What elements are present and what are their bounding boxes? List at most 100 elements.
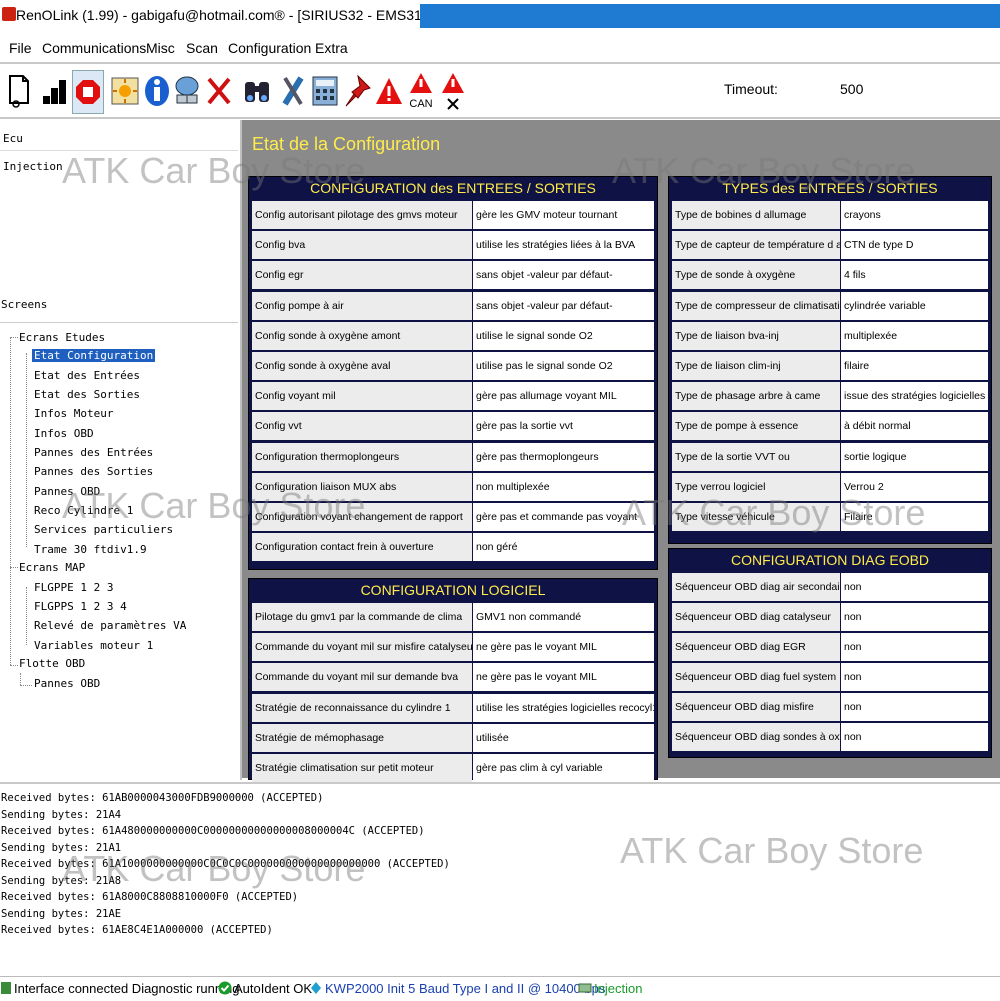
parameter-value: non (841, 603, 988, 631)
parameter-label: Config voyant mil (252, 382, 472, 411)
parameter-label: Type de phasage arbre à came (672, 382, 840, 411)
parameter-value: gère les GMV moteur tournant (473, 201, 654, 229)
table-row: Config vvt gère pas la sortie vvt (252, 412, 654, 441)
tree-item-ecrans-map[interactable]: Ecrans MAP (19, 561, 85, 574)
tree-item[interactable]: Etat des Entrées (34, 369, 140, 382)
ecu-status-icon (578, 981, 592, 998)
table-row: Config voyant mil gère pas allumage voyan… (252, 382, 654, 411)
stop-icon[interactable] (72, 70, 104, 114)
tree-item[interactable]: Pannes des Entrées (34, 446, 153, 459)
tree-item[interactable]: Pannes OBD (34, 677, 100, 690)
table-row: Type verrou logiciel Verrou 2 (672, 472, 988, 501)
left-panel: Ecu Injection Screens Ecrans Etudes Etat… (0, 120, 242, 780)
log-line: Sending bytes: 21A8 (1, 875, 122, 887)
parameter-label: Config sonde à oxygène amont (252, 321, 472, 350)
tree-item[interactable]: Pannes des Sorties (34, 465, 153, 478)
network-icon[interactable] (172, 70, 202, 112)
log-line: Received bytes: 61A8000C8808810000F0 (AC… (1, 891, 299, 903)
table-row: Séquenceur OBD diag catalyseur non (672, 603, 988, 631)
parameter-value: sans objet -valeur par défaut- (473, 261, 654, 290)
document-icon[interactable] (4, 70, 34, 112)
table-row: Config sonde à oxygène aval utilise pas l… (252, 352, 654, 380)
tree-item[interactable]: Relevé de paramètres VA (34, 619, 186, 632)
parameter-value: 4 fils (841, 261, 988, 290)
menu-communications[interactable]: Communications (42, 40, 146, 56)
log-line: Sending bytes: 21AE (1, 908, 122, 920)
parameter-value: GMV1 non commandé (473, 603, 654, 631)
parameter-value: filaire (841, 352, 988, 380)
parameter-value: non (841, 633, 988, 661)
tree-item[interactable]: Trame 30 ftdiv1.9 (34, 543, 147, 556)
warning-can-icon[interactable]: CAN (406, 70, 436, 112)
eobd-panel: CONFIGURATION DIAG EOBD Séquenceur OBD d… (668, 548, 992, 758)
menu-extra[interactable]: Extra (315, 40, 348, 56)
info-icon[interactable] (142, 70, 172, 112)
tree-line (10, 337, 18, 338)
parameter-value: ne gère pas le voyant MIL (473, 633, 654, 662)
ecu-header: Ecu (0, 122, 238, 151)
timeout-value[interactable]: 500 (840, 81, 863, 97)
parameter-label: Configuration voyant changement de rappo… (252, 503, 472, 531)
panel-header: CONFIGURATION des ENTREES / SORTIES (310, 180, 596, 196)
tree-item[interactable]: FLGPPS 1 2 3 4 (34, 600, 127, 613)
tree-item[interactable]: Etat des Sorties (34, 388, 140, 401)
parameter-label: Commande du voyant mil sur misfire catal… (252, 633, 472, 662)
parameter-label: Stratégie climatisation sur petit moteur (252, 754, 472, 782)
warning-icon[interactable] (374, 70, 404, 112)
parameter-label: Commande du voyant mil sur demande bva (252, 663, 472, 692)
page-title: Etat de la Configuration (252, 134, 441, 154)
panel-header: CONFIGURATION DIAG EOBD (730, 552, 930, 568)
log-line: Sending bytes: 21A1 (1, 842, 122, 854)
ecu-item-injection[interactable]: Injection (3, 160, 63, 173)
menu-configuration[interactable]: Configuration (228, 40, 311, 56)
sun-icon[interactable] (110, 70, 140, 112)
table-row: Config autorisant pilotage des gmvs mote… (252, 201, 654, 229)
tree-line (10, 567, 18, 568)
status-autoident: AutoIdent OK (234, 981, 313, 996)
pushpin-icon[interactable] (342, 70, 372, 112)
tree-item[interactable]: Infos OBD (34, 427, 94, 440)
parameter-value: gère pas clim à cyl variable (473, 754, 654, 782)
communication-log[interactable]: Received bytes: 61AB0000043000FDB9000000… (0, 782, 1000, 976)
tree-item[interactable]: Variables moteur 1 (34, 639, 153, 652)
status-bar: Interface connected Diagnostic running A… (0, 976, 1000, 1001)
parameter-label: Type de liaison bva-inj (672, 321, 840, 350)
parameter-value: ne gère pas le voyant MIL (473, 663, 654, 692)
parameter-value: multiplexée (841, 321, 988, 350)
parameter-label: Configuration thermoplongeurs (252, 442, 472, 471)
table-row: Configuration thermoplongeurs gère pas th… (252, 442, 654, 471)
parameter-label: Type de liaison clim-inj (672, 352, 840, 380)
table-row: Config pompe à air sans objet -valeur par… (252, 291, 654, 320)
tree-item[interactable]: Services particuliers (34, 523, 173, 536)
table-row: Type de phasage arbre à came issue des st… (672, 382, 988, 411)
parameter-label: Config pompe à air (252, 291, 472, 320)
tree-item[interactable]: Reco Cylindre 1 (34, 504, 133, 517)
calculator-icon[interactable] (310, 70, 340, 112)
tree-item[interactable]: Infos Moteur (34, 407, 113, 420)
tree-item[interactable]: FLGPPE 1 2 3 (34, 581, 113, 594)
table-row: Séquenceur OBD diag misfire non (672, 693, 988, 721)
parameter-value: sans objet -valeur par défaut- (473, 291, 654, 320)
signal-icon[interactable] (40, 70, 70, 112)
status-interface-icon (0, 981, 12, 998)
tools-icon[interactable] (278, 70, 308, 112)
tree-item[interactable]: Pannes OBD (34, 485, 100, 498)
warning-x-icon[interactable] (438, 70, 468, 112)
parameter-value: non (841, 573, 988, 601)
parameter-label: Type de capteur de température d air (672, 231, 840, 260)
tree-item-etat-configuration[interactable]: Etat Configuration (32, 349, 156, 362)
tree-item-flotte-obd[interactable]: Flotte OBD (19, 657, 85, 670)
tree-line (26, 353, 27, 547)
io-types-panel: TYPES des ENTREES / SORTIES Type de bobi… (668, 176, 992, 544)
parameter-label: Config egr (252, 261, 472, 290)
software-panel: CONFIGURATION LOGICIEL Pilotage du gmv1 … (248, 578, 658, 782)
tree-line (20, 673, 21, 685)
close-x-icon[interactable] (204, 70, 234, 112)
table-row: Configuration voyant changement de rappo… (252, 503, 654, 531)
parameter-label: Pilotage du gmv1 par la commande de clim… (252, 603, 472, 631)
tree-item-ecrans-etudes[interactable]: Ecrans Etudes (19, 331, 105, 344)
binoculars-icon[interactable] (242, 70, 272, 112)
menu-misc[interactable]: Misc (146, 40, 175, 56)
menu-scan[interactable]: Scan (186, 40, 218, 56)
menu-file[interactable]: File (9, 40, 32, 56)
